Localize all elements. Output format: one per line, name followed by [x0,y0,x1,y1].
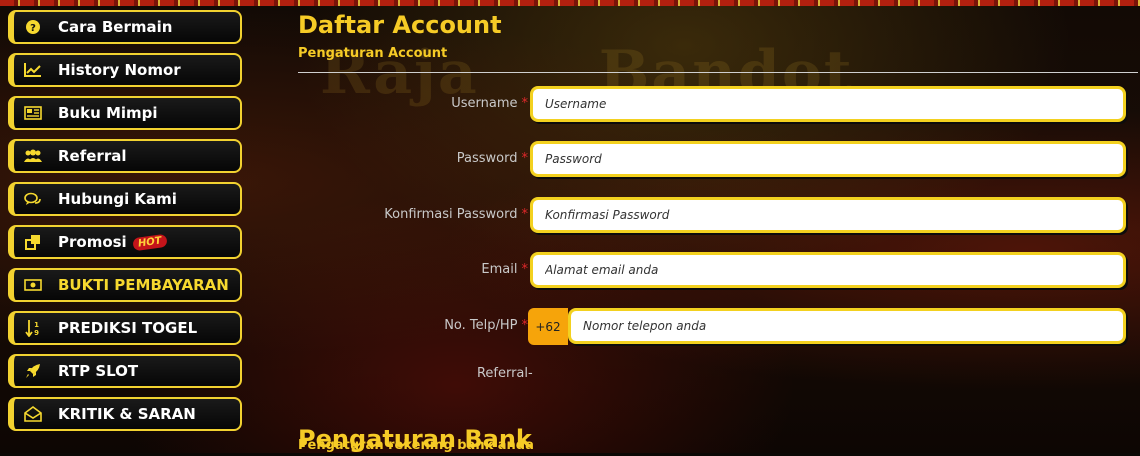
username-row: Username * [298,86,1140,124]
registration-panel: Daftar Account Pengaturan Account Userna… [298,8,1140,453]
confirm-password-label: Konfirmasi Password * [384,207,528,222]
sidebar-item-label: RTP SLOT [58,362,139,380]
sidebar-item-label: Referral [58,147,127,165]
svg-text:1: 1 [34,321,39,329]
password-row: Password * [298,141,1140,179]
sidebar-item-kritik-saran[interactable]: KRITIK & SARAN [8,397,242,431]
sidebar-item-label: PREDIKSI TOGEL [58,319,198,337]
phone-label: No. Telp/HP * [444,318,528,333]
svg-text:9: 9 [34,329,39,337]
confirm-password-row: Konfirmasi Password * [298,197,1140,235]
question-circle-icon: ? [22,16,44,38]
sidebar-item-rtp-slot[interactable]: RTP SLOT [8,354,242,388]
sidebar-item-hubungi-kami[interactable]: Hubungi Kami [8,182,242,216]
username-label: Username * [451,96,528,111]
decorative-top-strip [0,0,1140,6]
referral-row: Referral - [298,366,1140,386]
money-bill-icon [22,274,44,296]
rocket-icon [22,360,44,382]
sidebar-item-label: Promosi [58,233,127,251]
email-input[interactable] [530,252,1126,288]
sidebar-item-promosi[interactable]: Promosi HOT [8,225,242,259]
sidebar-item-referral[interactable]: Referral [8,139,242,173]
newspaper-icon [22,102,44,124]
phone-input[interactable] [568,308,1126,344]
password-input[interactable] [530,141,1126,177]
sidebar-item-history-nomor[interactable]: History Nomor [8,53,242,87]
phone-row: No. Telp/HP * +62 [298,308,1140,346]
sidebar-item-label: KRITIK & SARAN [58,405,196,423]
sidebar-menu: ? Cara Bermain History Nomor Buku Mimpi … [8,10,242,440]
svg-text:?: ? [30,23,36,34]
sidebar-item-cara-bermain[interactable]: ? Cara Bermain [8,10,242,44]
sort-numeric-icon: 19 [22,317,44,339]
sidebar-item-prediksi-togel[interactable]: 19 PREDIKSI TOGEL [8,311,242,345]
username-input[interactable] [530,86,1126,122]
section-subtitle: Pengaturan Account [298,46,448,61]
chat-bubbles-icon [22,188,44,210]
sidebar-item-bukti-pembayaran[interactable]: BUKTI PEMBAYARAN [8,268,242,302]
sidebar-item-label: Cara Bermain [58,18,173,36]
users-icon [22,145,44,167]
sidebar-item-buku-mimpi[interactable]: Buku Mimpi [8,96,242,130]
page-title: Daftar Account [298,11,502,39]
email-row: Email * [298,252,1140,290]
confirm-password-input[interactable] [530,197,1126,233]
sidebar-item-label: BUKTI PEMBAYARAN [58,276,229,294]
country-code-prefix: +62 [528,308,568,345]
password-label: Password * [456,151,528,166]
envelope-open-icon [22,403,44,425]
referral-label: Referral [476,366,528,381]
sidebar-item-label: History Nomor [58,61,181,79]
bank-section-subtitle: Pengaturan rekening bank anda [298,438,534,453]
sidebar-item-label: Hubungi Kami [58,190,177,208]
referral-value: - [528,366,533,381]
clone-icon [22,231,44,253]
sidebar-item-label: Buku Mimpi [58,104,158,122]
line-chart-icon [22,59,44,81]
hot-badge: HOT [131,233,168,251]
section-divider [298,72,1138,73]
email-label: Email * [481,262,528,277]
